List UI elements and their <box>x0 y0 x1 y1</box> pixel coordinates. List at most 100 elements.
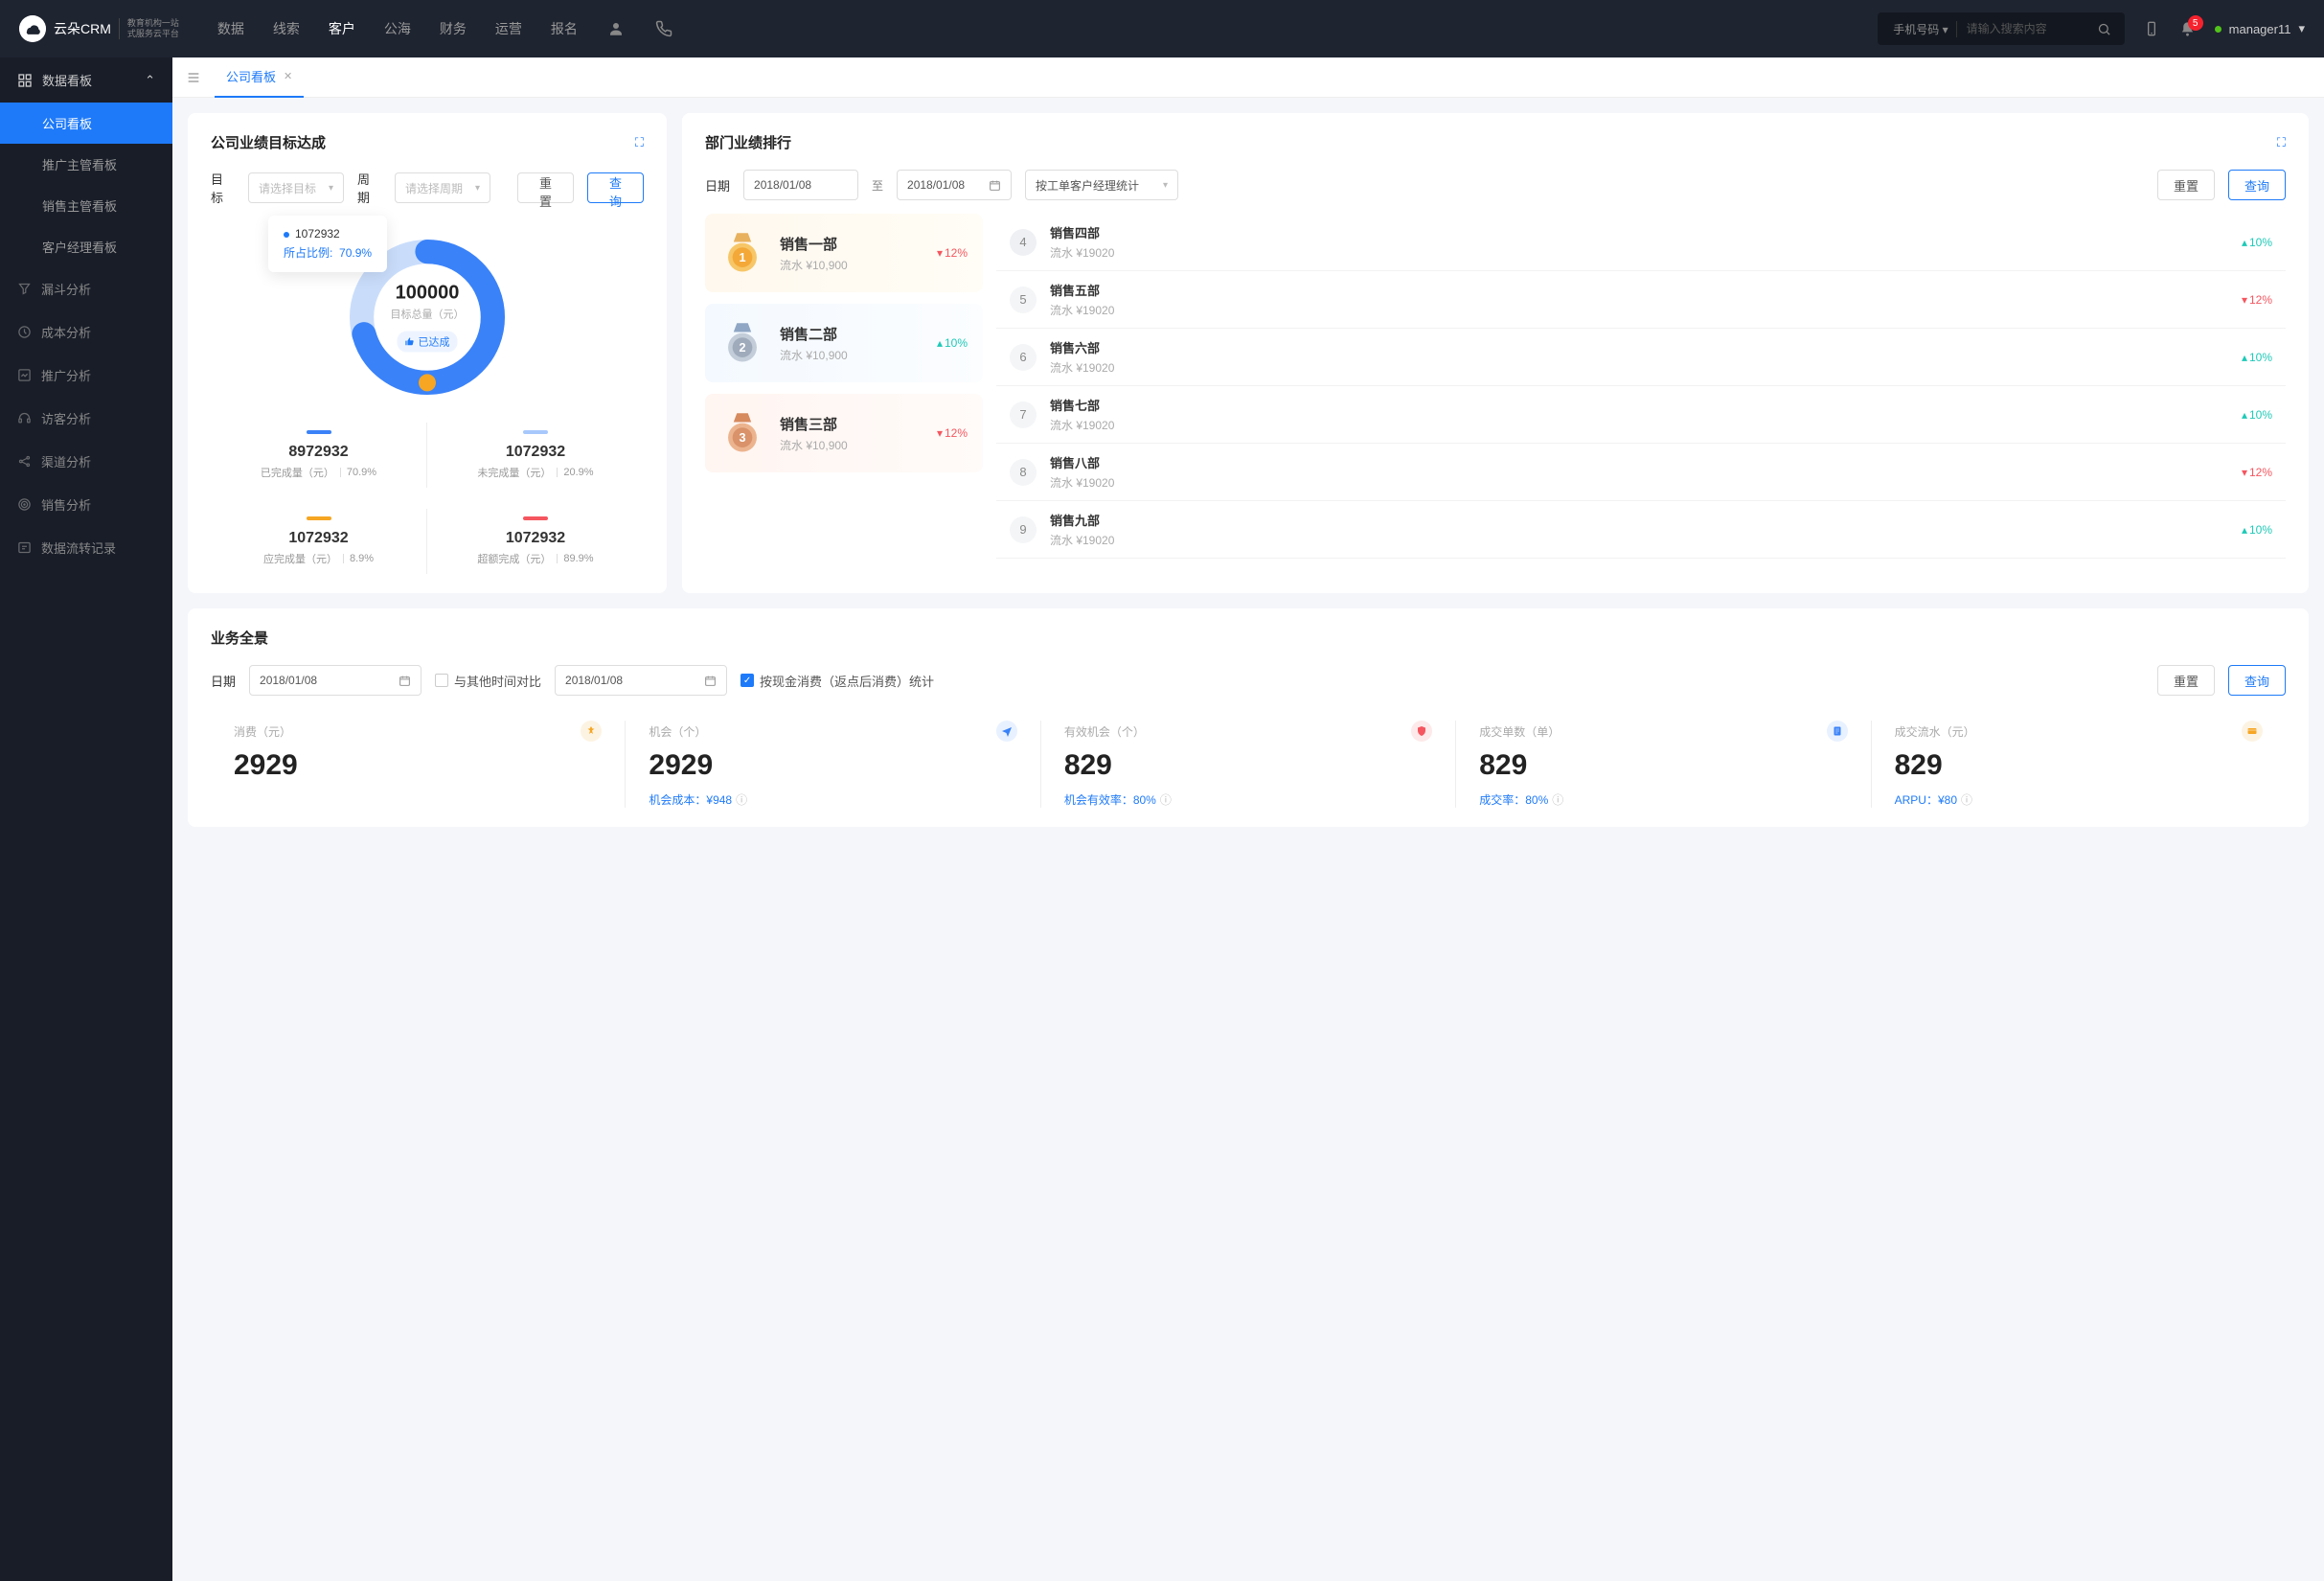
cash-checkbox[interactable]: ✓按现金消费（返点后消费）统计 <box>740 672 934 690</box>
mobile-icon[interactable] <box>2142 19 2161 38</box>
header-right: 手机号码 ▾ 5 manager11 ▾ <box>1878 12 2305 45</box>
logo[interactable]: 云朵CRM 教育机构一站式服务云平台 <box>19 15 179 42</box>
sidebar-item-visitor[interactable]: 访客分析 <box>0 397 172 440</box>
period-label: 周期 <box>357 170 381 206</box>
user-menu[interactable]: manager11 ▾ <box>2215 21 2305 36</box>
chevron-down-icon: ▾ <box>475 183 480 194</box>
user-icon[interactable] <box>606 19 626 38</box>
goal-body: 1072932 所占比例: 70.9% 100000 目标总量 <box>211 219 644 574</box>
flow-icon <box>17 540 32 555</box>
funnel-icon <box>17 282 32 296</box>
sidebar-item-promo[interactable]: 推广分析 <box>0 354 172 397</box>
biz-date2[interactable]: 2018/01/08 <box>555 665 727 696</box>
list-item: 8销售八部流水 ¥19020▾ 12% <box>996 444 2286 501</box>
goal-card: 公司业绩目标达成 ⛶ 目标 请选择目标▾ 周期 请选择周期▾ 重置 查询 <box>188 113 667 593</box>
logo-subtitle: 教育机构一站式服务云平台 <box>119 18 179 39</box>
username: manager11 <box>2229 22 2291 36</box>
rank-1: 1 销售一部流水 ¥10,900 ▾ 12% <box>705 214 983 292</box>
stat-expected: 1072932 应完成量（元）8.9% <box>211 509 427 574</box>
rank-top3: 1 销售一部流水 ¥10,900 ▾ 12% 2 销售二部流水 ¥10,900 … <box>705 214 983 559</box>
send-icon <box>996 721 1017 742</box>
help-icon[interactable]: ⓘ <box>1160 791 1172 808</box>
help-icon[interactable]: ⓘ <box>1961 791 1972 808</box>
goal-total: 100000 <box>391 283 465 305</box>
reset-button[interactable]: 重置 <box>2157 665 2215 696</box>
sidebar-item-promo-mgr[interactable]: 推广主管看板 <box>0 144 172 185</box>
kpi-revenue: 成交流水（元） 829 ARPU：¥80ⓘ <box>1872 721 2286 808</box>
status-dot-icon <box>2215 26 2221 33</box>
chevron-down-icon: ▾ <box>329 183 333 194</box>
gold-medal-icon: 1 <box>720 231 764 275</box>
stat-excess: 1072932 超额完成（元）89.9% <box>427 509 644 574</box>
sidebar-item-flow[interactable]: 数据流转记录 <box>0 526 172 569</box>
biz-title: 业务全景 <box>211 628 268 648</box>
sidebar-item-sales-mgr[interactable]: 销售主管看板 <box>0 185 172 226</box>
biz-card: 业务全景 日期 2018/01/08 与其他时间对比 2018/01/08 ✓按… <box>188 608 2309 827</box>
doc-icon <box>1827 721 1848 742</box>
chart-tooltip: 1072932 所占比例: 70.9% <box>268 216 387 272</box>
help-icon[interactable]: ⓘ <box>1552 791 1563 808</box>
sidebar-group-dashboard[interactable]: 数据看板 ⌃ <box>0 57 172 103</box>
header: 云朵CRM 教育机构一站式服务云平台 数据 线索 客户 公海 财务 运营 报名 … <box>0 0 2324 57</box>
tab-company-dashboard[interactable]: 公司看板 ✕ <box>215 57 304 98</box>
bell-icon[interactable]: 5 <box>2178 19 2198 38</box>
search-button[interactable] <box>2091 22 2117 36</box>
chart-icon <box>17 368 32 382</box>
kpi-opps: 机会（个） 2929 机会成本：¥948ⓘ <box>626 721 1040 808</box>
goal-filters: 目标 请选择目标▾ 周期 请选择周期▾ 重置 查询 <box>211 170 644 206</box>
collapse-sidebar-icon[interactable] <box>182 66 205 89</box>
achieved-badge: 已达成 <box>398 332 458 353</box>
notification-badge: 5 <box>2188 15 2203 31</box>
main: 公司看板 ✕ 公司业绩目标达成 ⛶ 目标 请选择目标▾ 周期 请选择周期▾ <box>172 57 2324 1581</box>
nav-pool[interactable]: 公海 <box>384 19 411 38</box>
mode-select[interactable]: 按工单客户经理统计▾ <box>1025 170 1178 200</box>
shield-icon <box>1411 721 1432 742</box>
sidebar-item-company[interactable]: 公司看板 <box>0 103 172 144</box>
query-button[interactable]: 查询 <box>587 172 644 203</box>
nav-finance[interactable]: 财务 <box>440 19 467 38</box>
biz-date1[interactable]: 2018/01/08 <box>249 665 422 696</box>
nav-data[interactable]: 数据 <box>217 19 244 38</box>
target-label: 目标 <box>211 170 235 206</box>
nav-leads[interactable]: 线索 <box>273 19 300 38</box>
period-select[interactable]: 请选择周期▾ <box>395 172 490 203</box>
search-box: 手机号码 ▾ <box>1878 12 2124 45</box>
nav-ops[interactable]: 运营 <box>495 19 522 38</box>
expand-icon[interactable]: ⛶ <box>635 135 644 150</box>
sidebar-item-account-mgr[interactable]: 客户经理看板 <box>0 226 172 267</box>
help-icon[interactable]: ⓘ <box>736 791 747 808</box>
headset-icon <box>17 411 32 425</box>
query-button[interactable]: 查询 <box>2228 665 2286 696</box>
silver-medal-icon: 2 <box>720 321 764 365</box>
trend-down-icon: ▾ 12% <box>937 246 968 260</box>
expand-icon[interactable]: ⛶ <box>2277 135 2286 150</box>
nav-signup[interactable]: 报名 <box>551 19 578 38</box>
date-from[interactable]: 2018/01/08 <box>743 170 858 200</box>
date-to[interactable]: 2018/01/08 <box>897 170 1012 200</box>
rank-filters: 日期 2018/01/08 至 2018/01/08 按工单客户经理统计▾ 重置… <box>705 170 2286 200</box>
svg-text:1: 1 <box>739 251 745 264</box>
search-type-select[interactable]: 手机号码 ▾ <box>1885 21 1956 37</box>
query-button[interactable]: 查询 <box>2228 170 2286 200</box>
biz-filters: 日期 2018/01/08 与其他时间对比 2018/01/08 ✓按现金消费（… <box>211 665 2286 696</box>
share-icon <box>17 454 32 469</box>
search-input[interactable] <box>1957 22 2091 35</box>
stat-remaining: 1072932 未完成量（元）20.9% <box>427 423 644 488</box>
bronze-medal-icon: 3 <box>720 411 764 455</box>
sidebar-item-channel[interactable]: 渠道分析 <box>0 440 172 483</box>
sidebar-item-funnel[interactable]: 漏斗分析 <box>0 267 172 310</box>
chevron-down-icon: ▾ <box>1163 180 1168 191</box>
sidebar-item-cost[interactable]: 成本分析 <box>0 310 172 354</box>
svg-text:2: 2 <box>739 341 745 355</box>
cloud-icon <box>19 15 46 42</box>
reset-button[interactable]: 重置 <box>517 172 574 203</box>
reset-button[interactable]: 重置 <box>2157 170 2215 200</box>
target-select[interactable]: 请选择目标▾ <box>248 172 344 203</box>
goal-stats: 8972932 已完成量（元）70.9% 1072932 未完成量（元）20.9… <box>211 423 644 574</box>
card-icon <box>2242 721 2263 742</box>
nav-customers[interactable]: 客户 <box>329 19 355 38</box>
close-icon[interactable]: ✕ <box>284 70 292 82</box>
compare-checkbox[interactable]: 与其他时间对比 <box>435 672 541 690</box>
phone-icon[interactable] <box>654 19 673 38</box>
sidebar-item-sales[interactable]: 销售分析 <box>0 483 172 526</box>
